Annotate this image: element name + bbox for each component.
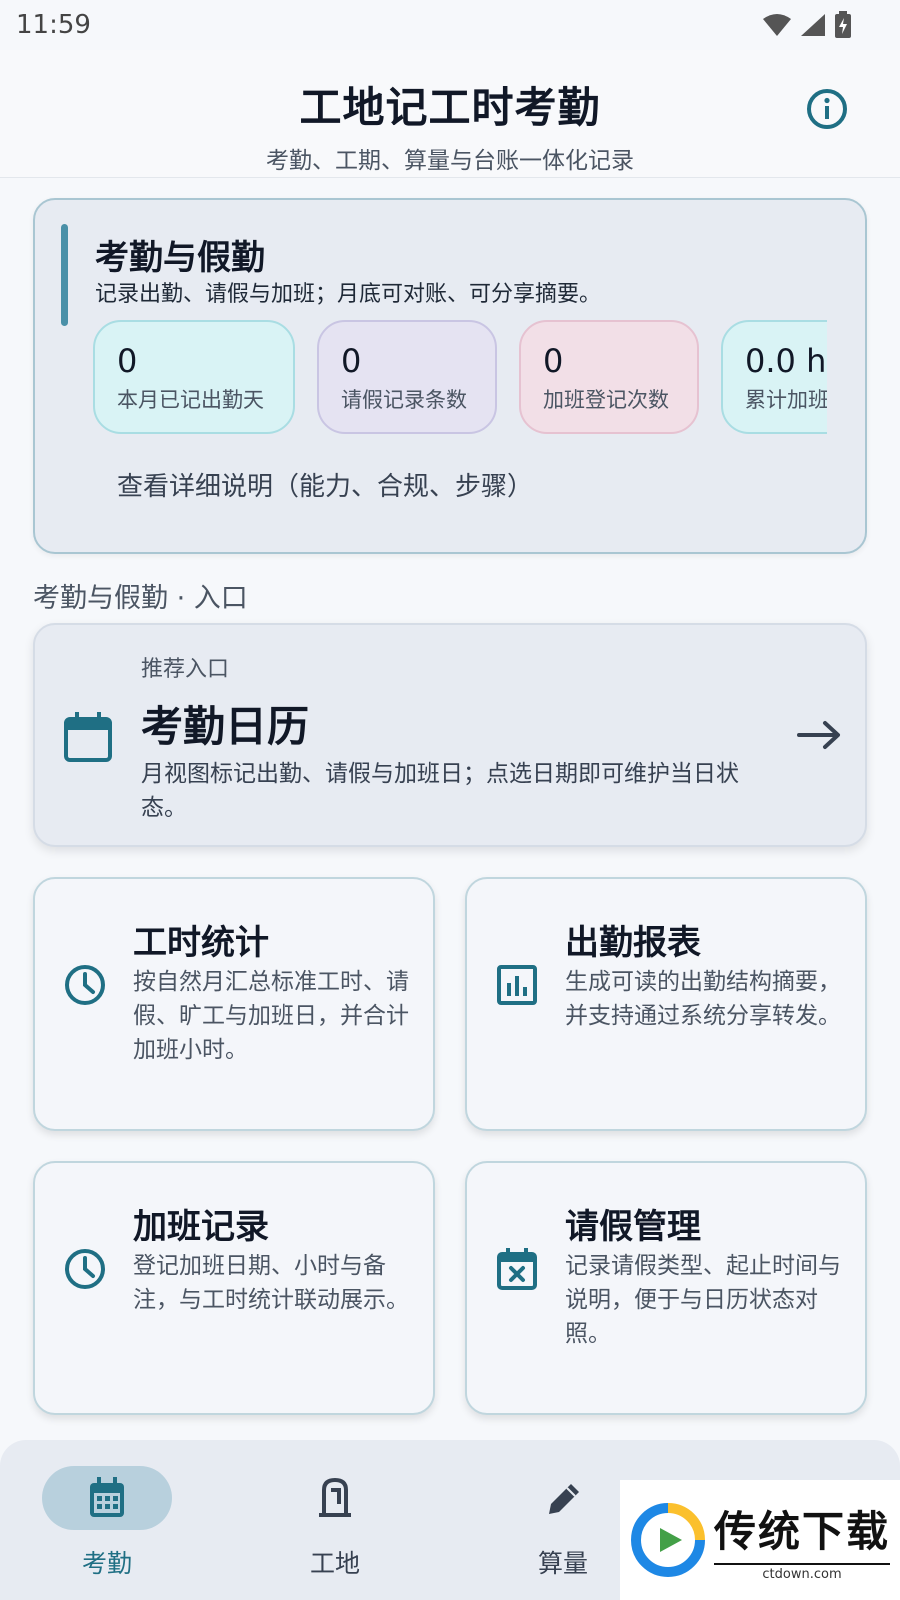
feature-title: 加班记录 (133, 1207, 269, 1247)
nav-item-attendance[interactable]: 考勤 (42, 1466, 172, 1578)
app-subtitle: 考勤、工期、算量与台账一体化记录 (266, 148, 634, 174)
summary-accent-bar (61, 224, 68, 326)
stat-value: 0.0 h (745, 342, 827, 380)
hero-eyebrow: 推荐入口 (141, 657, 230, 682)
helmet-icon (319, 1477, 351, 1517)
feature-card-work-hours[interactable]: 工时统计 按自然月汇总标准工时、请假、旷工与加班日，并合计加班小时。 (33, 877, 435, 1131)
hero-title: 考勤日历 (141, 702, 310, 751)
feature-card-overtime-records[interactable]: 加班记录 登记加班日期、小时与备注，与工时统计联动展示。 (33, 1161, 435, 1415)
nav-item-site[interactable]: 工地 (270, 1466, 400, 1578)
feature-title: 出勤报表 (565, 923, 701, 963)
nav-label: 工地 (309, 1549, 360, 1578)
stat-value: 0 (543, 342, 564, 380)
app-header: 工地记工时考勤 考勤、工期、算量与台账一体化记录 (0, 50, 900, 178)
watermark-logo-icon (631, 1503, 705, 1577)
section-label: 考勤与假勤 · 入口 (33, 583, 248, 614)
info-icon[interactable] (806, 88, 848, 130)
arrow-right-icon (797, 721, 840, 749)
battery-icon (835, 11, 851, 38)
wifi-icon (763, 14, 791, 36)
feature-title: 工时统计 (133, 923, 269, 963)
stat-value: 0 (341, 342, 362, 380)
stat-label: 累计加班 (745, 388, 827, 412)
stat-label: 本月已记出勤天 (117, 388, 264, 412)
feature-description: 登记加班日期、小时与备注，与工时统计联动展示。 (133, 1253, 409, 1313)
detail-explanation-link[interactable]: 查看详细说明（能力、合规、步骤） (117, 466, 533, 503)
app-title: 工地记工时考勤 (299, 83, 601, 132)
nav-item-quantity[interactable]: 算量 (498, 1466, 628, 1578)
stat-chip-overtime-count: 0 加班登记次数 (519, 320, 699, 434)
stats-row[interactable]: 0 本月已记出勤天 0 请假记录条数 0 加班登记次数 0.0 h 累计加班 (93, 320, 827, 438)
feature-card-attendance-report[interactable]: 出勤报表 生成可读的出勤结构摘要，并支持通过系统分享转发。 (465, 877, 867, 1131)
clock-icon (65, 1249, 105, 1289)
summary-title: 考勤与假勤 (95, 238, 265, 278)
nav-label: 考勤 (81, 1549, 132, 1578)
pencil-icon (549, 1484, 579, 1514)
stat-chip-attendance-days: 0 本月已记出勤天 (93, 320, 295, 434)
calendar-icon (64, 712, 112, 762)
feature-title: 请假管理 (565, 1207, 701, 1247)
feature-card-leave-management[interactable]: 请假管理 记录请假类型、起止时间与说明，便于与日历状态对照。 (465, 1161, 867, 1415)
feature-description: 生成可读的出勤结构摘要，并支持通过系统分享转发。 (565, 969, 841, 1029)
feature-description: 记录请假类型、起止时间与说明，便于与日历状态对照。 (565, 1253, 841, 1347)
status-bar: 11:59 (0, 0, 900, 50)
stat-value: 0 (117, 342, 138, 380)
hero-description: 月视图标记出勤、请假与加班日；点选日期即可维护当日状态。 (141, 761, 739, 821)
stat-label: 加班登记次数 (543, 388, 669, 412)
summary-card: 考勤与假勤 记录出勤、请假与加班；月底可对账、可分享摘要。 0 本月已记出勤天 … (33, 198, 867, 554)
calendar-icon (90, 1477, 124, 1517)
stat-chip-overtime-hours: 0.0 h 累计加班 (721, 320, 827, 434)
bar-chart-icon (497, 965, 537, 1005)
attendance-calendar-card[interactable]: 推荐入口 考勤日历 月视图标记出勤、请假与加班日；点选日期即可维护当日状态。 (33, 623, 867, 847)
feature-description: 按自然月汇总标准工时、请假、旷工与加班日，并合计加班小时。 (133, 969, 409, 1063)
watermark-overlay: 传统下载 ctdown.com (620, 1480, 900, 1600)
stat-label: 请假记录条数 (341, 388, 467, 412)
status-icons (762, 11, 852, 39)
nav-label: 算量 (537, 1549, 588, 1578)
summary-description: 记录出勤、请假与加班；月底可对账、可分享摘要。 (95, 282, 602, 307)
status-time: 11:59 (16, 10, 91, 40)
calendar-x-icon (497, 1248, 537, 1290)
stat-chip-leave-records: 0 请假记录条数 (317, 320, 497, 434)
signal-icon (801, 14, 825, 36)
watermark-url: ctdown.com (714, 1563, 891, 1582)
watermark-title: 传统下载 (714, 1507, 891, 1556)
clock-icon (65, 965, 105, 1005)
